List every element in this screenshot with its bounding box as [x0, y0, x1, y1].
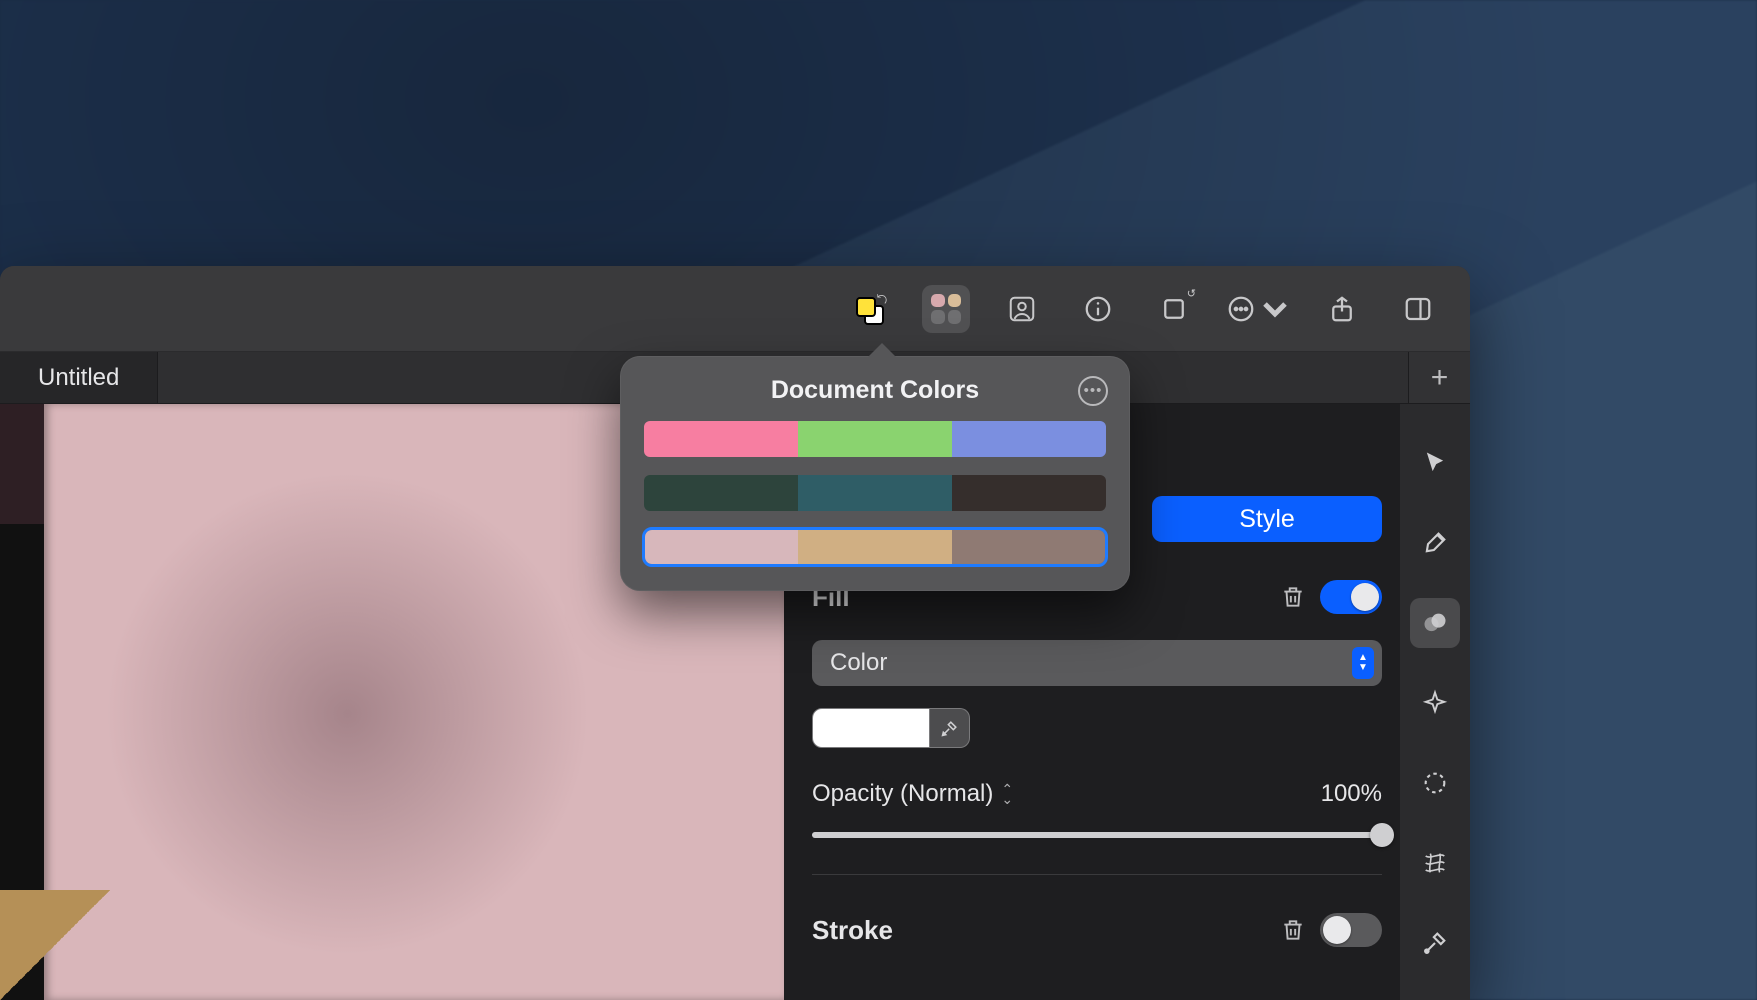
ellipsis-circle-icon [1226, 294, 1256, 324]
fill-delete-button[interactable] [1280, 584, 1306, 610]
ellipsis-icon: ••• [1084, 382, 1103, 399]
style-segment-button[interactable]: Style [1152, 496, 1382, 542]
section-divider [812, 874, 1382, 875]
stroke-toggle[interactable] [1320, 913, 1382, 947]
document-tab-title: Untitled [38, 364, 119, 392]
palette-swatch [798, 475, 952, 511]
fill-toggle[interactable] [1320, 580, 1382, 614]
sidebar-right-icon [1403, 294, 1433, 324]
cursor-icon [1421, 449, 1449, 477]
slider-thumb[interactable] [1370, 823, 1394, 847]
canvas-corner-fold [0, 890, 110, 1000]
mesh-icon [1421, 849, 1449, 877]
palette-swatch [644, 475, 798, 511]
popover-title: Document Colors [771, 376, 979, 405]
color-swap-icon: ⤺ [854, 293, 886, 325]
fill-type-value: Color [830, 649, 887, 677]
popover-more-button[interactable]: ••• [1078, 376, 1108, 406]
stroke-delete-button[interactable] [1280, 917, 1306, 943]
opacity-slider[interactable] [812, 832, 1382, 838]
person-square-icon [1007, 294, 1037, 324]
warp-tool[interactable] [1410, 838, 1460, 888]
move-tool[interactable] [1410, 438, 1460, 488]
fill-type-select[interactable]: Color ▲▼ [812, 640, 1382, 686]
eyedropper-icon [940, 718, 960, 738]
portrait-button[interactable] [998, 285, 1046, 333]
opacity-value: 100% [1321, 780, 1382, 808]
fill-color-well[interactable] [812, 708, 930, 748]
palette-swatch [798, 421, 952, 457]
color-swap-button[interactable]: ⤺ [846, 285, 894, 333]
stroke-header-row: Stroke [812, 913, 1382, 947]
rotate-button[interactable]: ↺ [1150, 285, 1198, 333]
palette-row-0[interactable] [642, 419, 1108, 459]
dashed-circle-icon [1421, 769, 1449, 797]
trash-icon [1280, 584, 1306, 610]
sparkle-icon [1421, 689, 1449, 717]
toolbar: ⤺ ↺ [0, 266, 1470, 352]
eyedropper-button[interactable] [930, 708, 970, 748]
effects-tool[interactable] [1410, 678, 1460, 728]
fill-color-row [812, 708, 1382, 748]
select-arrows-icon: ▲▼ [1352, 647, 1374, 679]
opacity-row: Opacity (Normal) ⌃⌄ 100% [812, 780, 1382, 808]
canvas-edge-dark [0, 404, 44, 524]
palette-swatch [645, 530, 798, 564]
tools-sidebar [1400, 404, 1470, 1000]
palette-swatch [644, 421, 798, 457]
document-tab[interactable]: Untitled [0, 352, 158, 403]
sidebar-toggle-button[interactable] [1394, 285, 1442, 333]
style-segment-label: Style [1239, 505, 1295, 534]
palette-swatch [952, 530, 1105, 564]
shape-tool[interactable] [1410, 598, 1460, 648]
brush-tool[interactable] [1410, 518, 1460, 568]
document-colors-popover: Document Colors ••• [620, 356, 1130, 591]
new-tab-button[interactable]: + [1408, 352, 1470, 403]
share-icon [1327, 294, 1357, 324]
eyedropper-icon [1421, 929, 1449, 957]
palette-swatch [952, 421, 1106, 457]
palette-row-1[interactable] [642, 473, 1108, 513]
updown-icon: ⌃⌄ [1001, 784, 1013, 804]
selection-tool[interactable] [1410, 758, 1460, 808]
trash-icon [1280, 917, 1306, 943]
chevron-down-icon [1260, 294, 1290, 324]
palette-row-2[interactable] [642, 527, 1108, 567]
more-menu-button[interactable] [1226, 285, 1290, 333]
palette-swatch [952, 475, 1106, 511]
brush-icon [1421, 529, 1449, 557]
overlapping-circles-icon [1421, 609, 1449, 637]
info-button[interactable] [1074, 285, 1122, 333]
plus-icon: + [1431, 361, 1449, 395]
stroke-label: Stroke [812, 915, 893, 946]
swatches-icon [931, 294, 961, 324]
rotate-square-icon [1159, 294, 1189, 324]
info-icon [1083, 294, 1113, 324]
color-picker-tool[interactable] [1410, 918, 1460, 968]
opacity-blend-button[interactable]: Opacity (Normal) ⌃⌄ [812, 780, 1013, 808]
palette-swatch [798, 530, 951, 564]
swatches-button[interactable] [922, 285, 970, 333]
opacity-label: Opacity (Normal) [812, 780, 993, 808]
share-button[interactable] [1318, 285, 1366, 333]
